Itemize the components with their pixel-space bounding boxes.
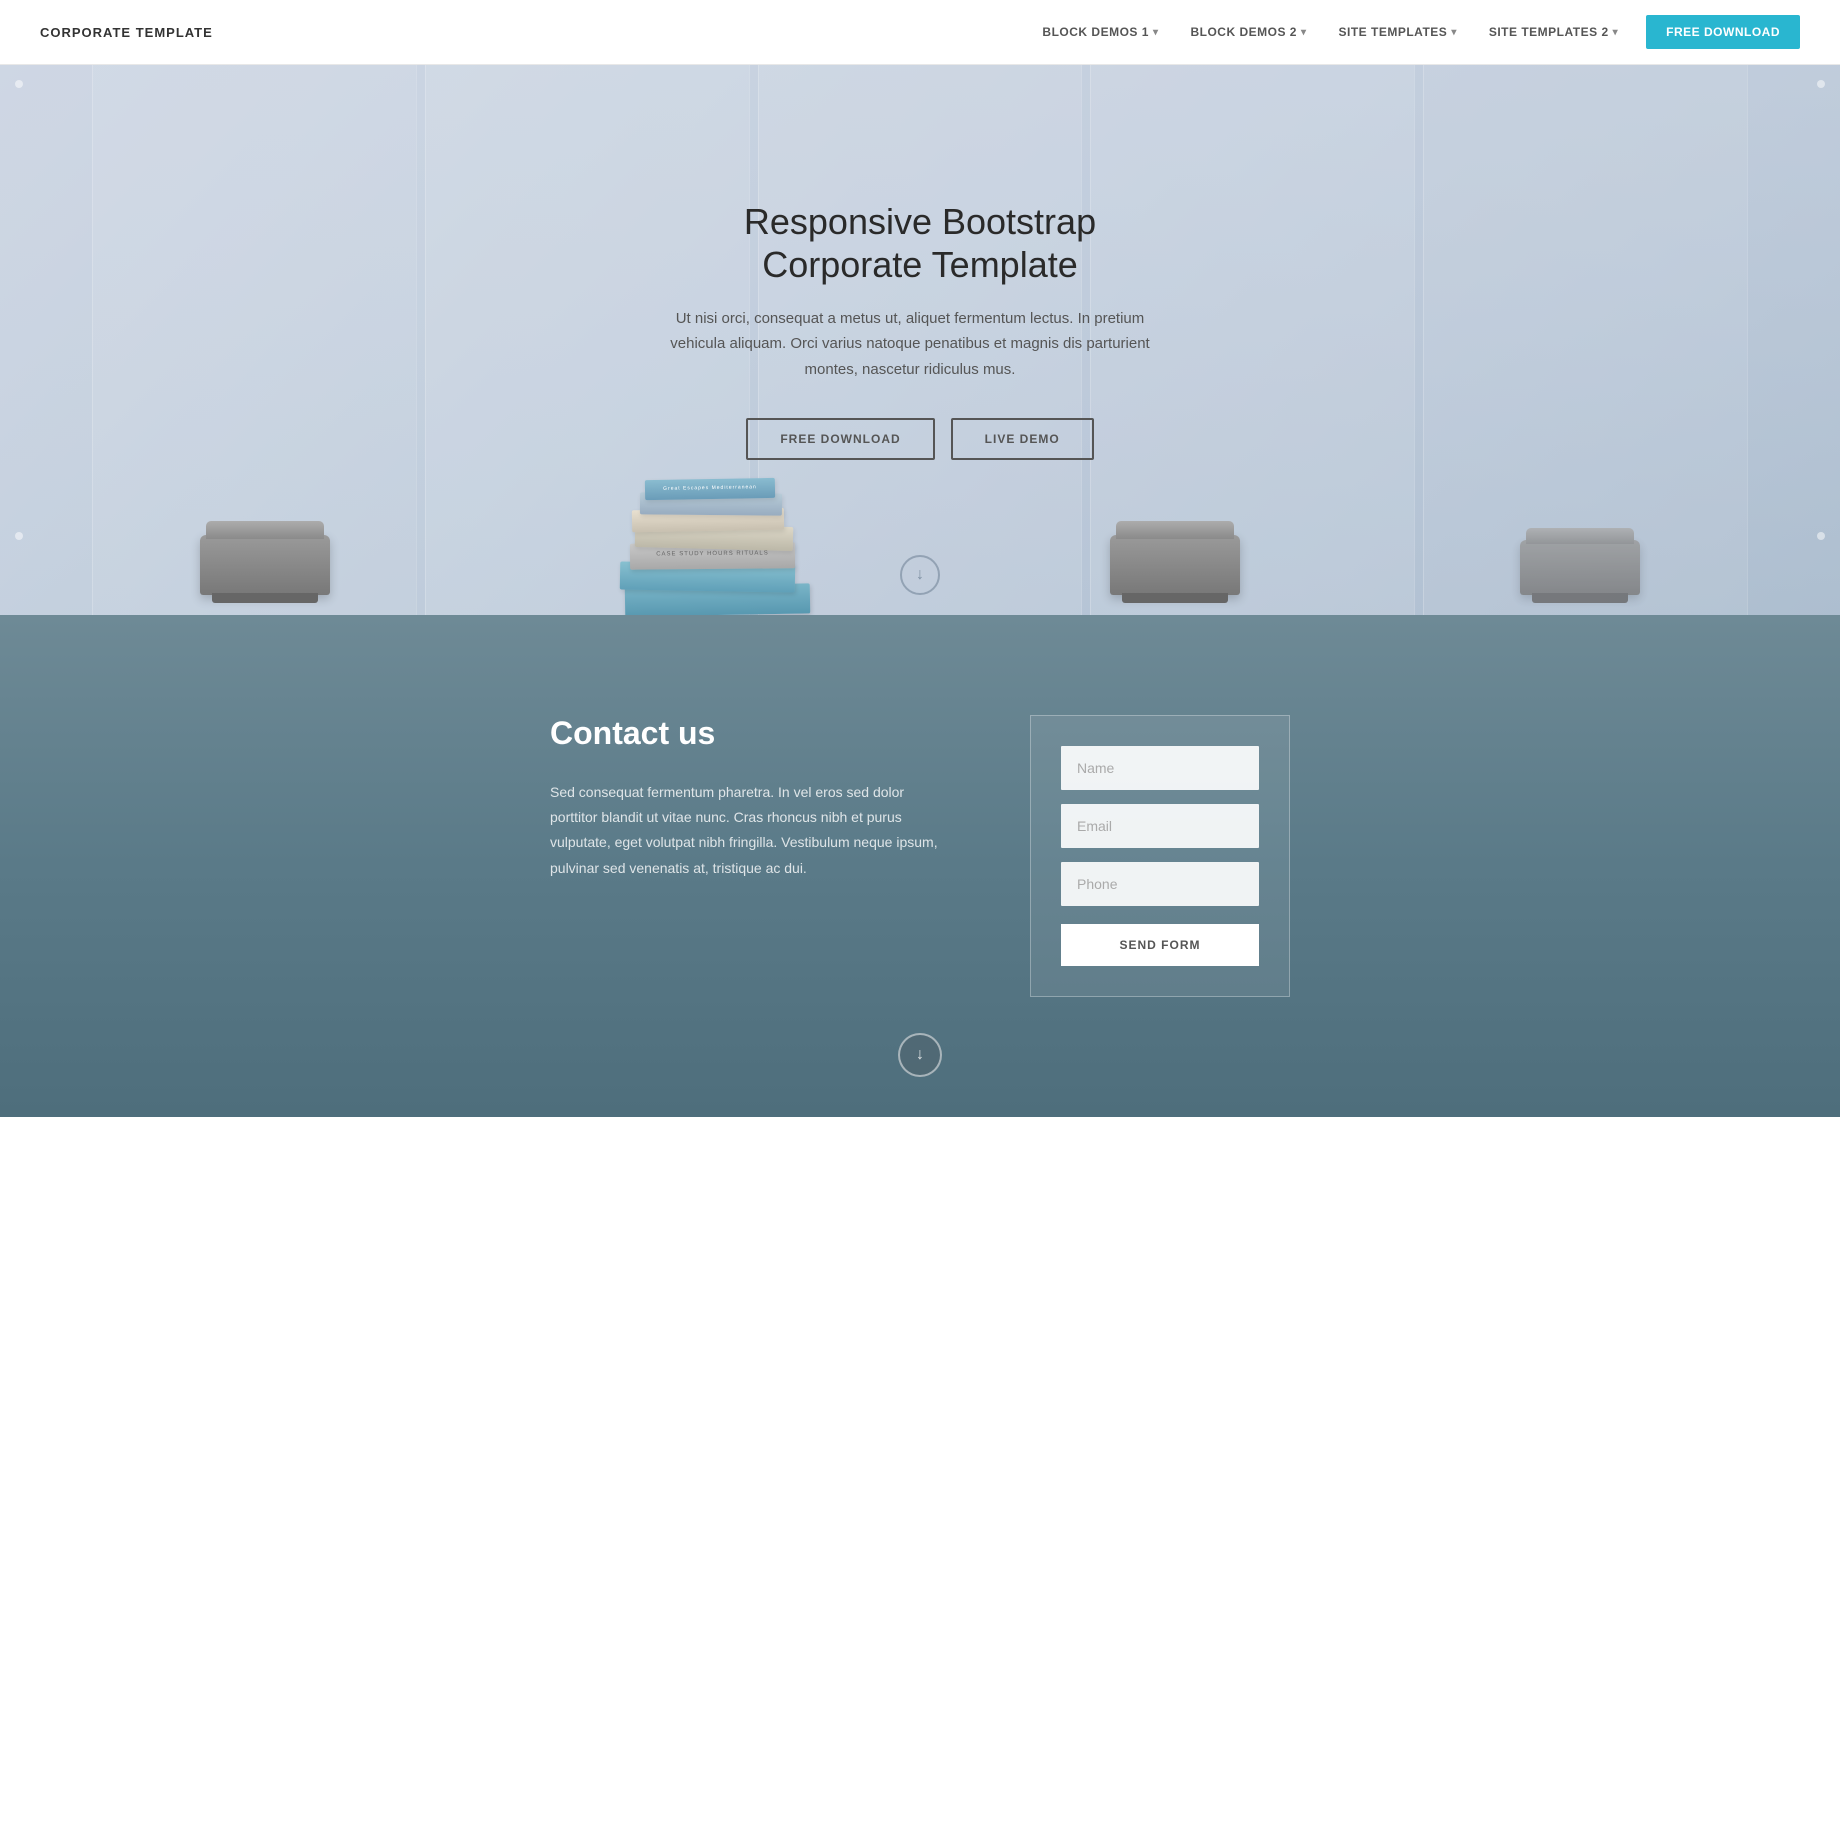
phone-input[interactable] <box>1061 862 1259 906</box>
dropdown-caret-1: ▾ <box>1153 27 1159 38</box>
contact-section: Contact us Sed consequat fermentum phare… <box>0 615 1840 1117</box>
contact-info: Contact us Sed consequat fermentum phare… <box>550 715 950 881</box>
dropdown-caret-2: ▾ <box>1301 27 1307 38</box>
product-preview-3 <box>1520 540 1640 595</box>
nav-item-site-templates[interactable]: SITE TEMPLATES ▾ <box>1325 17 1471 47</box>
dropdown-caret-3: ▾ <box>1451 27 1457 38</box>
contact-scroll-down[interactable]: ↓ <box>898 1033 942 1077</box>
email-input[interactable] <box>1061 804 1259 848</box>
nav-link-block-demos-2[interactable]: BLOCK DEMOS 2 ▾ <box>1176 17 1320 47</box>
contact-form: SEND FORM <box>1030 715 1290 997</box>
send-form-button[interactable]: SEND FORM <box>1061 924 1259 966</box>
nav-link-site-templates-2[interactable]: SITE TEMPLATES 2 ▾ <box>1475 17 1632 47</box>
brand-logo[interactable]: CORPORATE TEMPLATE <box>40 25 213 40</box>
nav-item-block-demos-1[interactable]: BLOCK DEMOS 1 ▾ <box>1028 17 1172 47</box>
hero-demo-button[interactable]: LIVE DEMO <box>951 418 1094 460</box>
hero-content: Responsive Bootstrap Corporate Template … <box>640 160 1200 501</box>
nav-link-site-templates[interactable]: SITE TEMPLATES ▾ <box>1325 17 1471 47</box>
corner-dot-tl <box>15 80 23 88</box>
nav-link-block-demos-1[interactable]: BLOCK DEMOS 1 ▾ <box>1028 17 1172 47</box>
hero-buttons: FREE DOWNLOAD LIVE DEMO <box>660 418 1180 460</box>
contact-title: Contact us <box>550 715 950 752</box>
nav-item-block-demos-2[interactable]: BLOCK DEMOS 2 ▾ <box>1176 17 1320 47</box>
product-preview-2 <box>1110 535 1240 595</box>
hero-download-button[interactable]: FREE DOWNLOAD <box>746 418 934 460</box>
contact-description: Sed consequat fermentum pharetra. In vel… <box>550 780 950 881</box>
nav-item-site-templates-2[interactable]: SITE TEMPLATES 2 ▾ <box>1475 17 1632 47</box>
nav-item-cta[interactable]: FREE DOWNLOAD <box>1636 15 1800 49</box>
name-input[interactable] <box>1061 746 1259 790</box>
product-preview-1 <box>200 535 330 595</box>
navbar: CORPORATE TEMPLATE BLOCK DEMOS 1 ▾ BLOCK… <box>0 0 1840 65</box>
corner-dot-tr <box>1817 80 1825 88</box>
hero-title: Responsive Bootstrap Corporate Template <box>660 200 1180 286</box>
hero-scroll-down[interactable]: ↓ <box>900 555 940 595</box>
hero-subtitle: Ut nisi orci, consequat a metus ut, aliq… <box>660 306 1160 383</box>
hero-section: Responsive Bootstrap Corporate Template … <box>0 65 1840 615</box>
nav-menu: BLOCK DEMOS 1 ▾ BLOCK DEMOS 2 ▾ SITE TEM… <box>1028 15 1800 49</box>
dropdown-caret-4: ▾ <box>1613 27 1619 38</box>
free-download-button[interactable]: FREE DOWNLOAD <box>1646 15 1800 49</box>
